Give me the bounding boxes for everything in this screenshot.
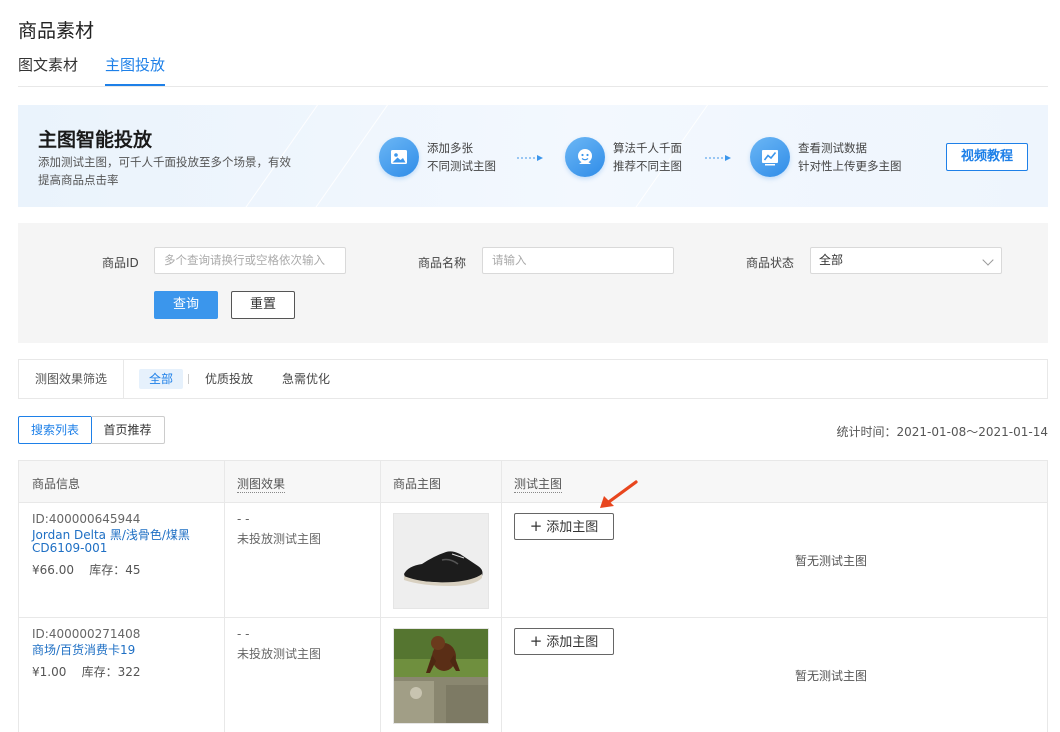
plus-icon: + bbox=[529, 632, 543, 650]
no-test-image-text: 暂无测试主图 bbox=[795, 554, 868, 568]
effect-status: 未投放测试主图 bbox=[237, 532, 322, 546]
product-id-label: 商品ID bbox=[102, 256, 139, 270]
annotation-arrow-icon bbox=[600, 480, 638, 508]
stat-time: 统计时间：2021-01-08～2021-01-14 bbox=[836, 425, 1048, 439]
effect-dash: - - bbox=[237, 627, 250, 641]
product-price-stock: ¥66.00 库存：45 bbox=[32, 563, 141, 577]
header-main-image: 商品主图 bbox=[393, 477, 442, 491]
divider bbox=[188, 374, 189, 384]
product-name-link[interactable]: 商场/百货消费卡19 bbox=[32, 644, 222, 657]
effect-filter-bar: 测图效果筛选 全部 优质投放 急需优化 bbox=[18, 359, 1048, 399]
banner-description: 添加测试主图，可千人千面投放至多个场景，有效提高商品点击率 bbox=[38, 155, 291, 187]
tab-main-image-delivery[interactable]: 主图投放 bbox=[105, 55, 166, 86]
video-tutorial-button[interactable]: 视频教程 bbox=[946, 143, 1028, 171]
reset-button[interactable]: 重置 bbox=[231, 291, 295, 319]
product-name-input[interactable]: 请输入 bbox=[482, 247, 674, 274]
product-name-label: 商品名称 bbox=[418, 256, 467, 270]
dotted-arrow-icon bbox=[517, 155, 543, 161]
product-status-select[interactable]: 全部 bbox=[810, 247, 1002, 274]
user-face-icon bbox=[565, 137, 605, 177]
effect-filter-label: 测图效果筛选 bbox=[19, 360, 124, 398]
effect-option-all[interactable]: 全部 bbox=[139, 369, 184, 389]
table-row: ID:400000645944 Jordan Delta 黑/浅骨色/煤黑 CD… bbox=[19, 503, 1047, 618]
product-table: 商品信息 测图效果 商品主图 测试主图 ID:400000645944 Jord… bbox=[18, 460, 1048, 732]
product-status-label: 商品状态 bbox=[746, 256, 795, 270]
intro-banner: 主图智能投放 添加测试主图，可千人千面投放至多个场景，有效提高商品点击率 添加多… bbox=[18, 105, 1048, 207]
effect-option-urgent[interactable]: 急需优化 bbox=[282, 369, 330, 389]
no-test-image-text: 暂无测试主图 bbox=[795, 669, 868, 683]
add-main-image-button[interactable]: + 添加主图 bbox=[514, 513, 614, 540]
chevron-down-icon bbox=[982, 254, 994, 266]
tab-bar: 图文素材 主图投放 bbox=[18, 55, 1048, 87]
tab-home-recommend[interactable]: 首页推荐 bbox=[91, 416, 165, 444]
plus-icon: + bbox=[529, 517, 543, 535]
filter-panel: 商品ID 多个查询请换行或空格依次输入 商品名称 请输入 商品状态 全部 查询 … bbox=[18, 223, 1048, 343]
tab-search-list[interactable]: 搜索列表 bbox=[18, 416, 92, 444]
header-test-image: 测试主图 bbox=[514, 477, 563, 493]
header-test-effect: 测图效果 bbox=[237, 477, 286, 493]
image-icon bbox=[379, 137, 419, 177]
query-button[interactable]: 查询 bbox=[154, 291, 218, 319]
product-thumbnail-orangutan[interactable] bbox=[393, 628, 489, 724]
add-main-image-button[interactable]: + 添加主图 bbox=[514, 628, 614, 655]
product-id: ID:400000645944 bbox=[32, 512, 141, 526]
table-row: ID:400000271408 商场/百货消费卡19 ¥1.00 库存：322 … bbox=[19, 618, 1047, 732]
product-name-link[interactable]: Jordan Delta 黑/浅骨色/煤黑 CD6109-001 bbox=[32, 529, 222, 555]
dotted-arrow-icon bbox=[705, 155, 731, 161]
product-id-input[interactable]: 多个查询请换行或空格依次输入 bbox=[154, 247, 346, 274]
effect-dash: - - bbox=[237, 512, 250, 526]
chart-icon bbox=[750, 137, 790, 177]
header-product-info: 商品信息 bbox=[32, 477, 81, 491]
effect-status: 未投放测试主图 bbox=[237, 647, 322, 661]
table-header: 商品信息 测图效果 商品主图 测试主图 bbox=[19, 461, 1047, 503]
product-price-stock: ¥1.00 库存：322 bbox=[32, 665, 141, 679]
product-thumbnail-sneaker[interactable] bbox=[393, 513, 489, 609]
product-id: ID:400000271408 bbox=[32, 627, 141, 641]
page-title: 商品素材 bbox=[18, 20, 95, 42]
effect-option-quality[interactable]: 优质投放 bbox=[205, 369, 253, 389]
tab-image-text-material[interactable]: 图文素材 bbox=[18, 55, 78, 86]
banner-title: 主图智能投放 bbox=[38, 129, 153, 151]
